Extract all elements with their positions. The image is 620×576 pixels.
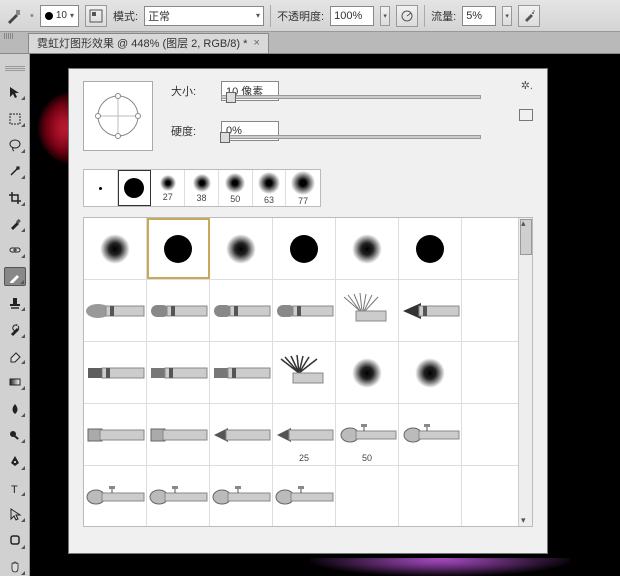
brush-cell[interactable] (147, 404, 210, 465)
opacity-input[interactable]: 100% (330, 6, 374, 26)
gear-icon[interactable]: ✲. (521, 79, 533, 92)
size-slider[interactable] (221, 95, 481, 99)
brush-panel-toggle[interactable] (85, 5, 107, 27)
lasso-tool[interactable] (4, 136, 26, 154)
brush-cell[interactable] (84, 342, 147, 403)
flow-input[interactable]: 5% (462, 6, 496, 26)
marquee-tool[interactable] (4, 109, 26, 127)
scrollbar[interactable]: ▴ ▾ (518, 218, 532, 526)
flow-label: 流量: (431, 8, 456, 24)
preset-item[interactable]: 38 (185, 170, 219, 206)
brush-cell[interactable] (84, 466, 147, 526)
brush-cell[interactable] (336, 280, 399, 341)
preset-item[interactable]: 50 (219, 170, 253, 206)
tool-column: T (0, 54, 30, 576)
brush-cell[interactable] (399, 280, 462, 341)
brush-tip-preview (83, 81, 153, 151)
airbrush-button[interactable] (518, 5, 540, 27)
heal-tool[interactable] (4, 241, 26, 259)
brush-cell[interactable] (399, 466, 462, 526)
brush-grid: 25 50 ▴ ▾ (83, 217, 533, 527)
opacity-caret[interactable]: ▾ (380, 6, 390, 26)
preset-item[interactable] (84, 170, 118, 206)
preset-item[interactable]: 77 (286, 170, 320, 206)
crop-tool[interactable] (4, 188, 26, 206)
brush-cell[interactable] (273, 466, 336, 526)
brush-cell[interactable]: 25 (273, 404, 336, 465)
brush-cell[interactable]: 50 (336, 404, 399, 465)
hand-tool[interactable] (4, 558, 26, 576)
brush-preset-chip[interactable]: 10 ▾ (40, 5, 79, 27)
brush-cell[interactable] (399, 218, 462, 279)
eraser-tool[interactable] (4, 347, 26, 365)
type-tool[interactable]: T (4, 479, 26, 497)
preset-item[interactable]: 27 (151, 170, 185, 206)
brush-cell[interactable] (336, 466, 399, 526)
brush-cell[interactable] (399, 404, 462, 465)
brush-cell[interactable] (84, 218, 147, 279)
history-brush-tool[interactable] (4, 320, 26, 338)
options-bar: • 10 ▾ 模式: 正常▾ 不透明度: 100% ▾ 流量: 5% ▾ (0, 0, 620, 32)
brush-cell[interactable] (210, 218, 273, 279)
stamp-tool[interactable] (4, 294, 26, 312)
brush-cell[interactable] (273, 342, 336, 403)
svg-text:T: T (11, 484, 18, 496)
size-label: 大小: (171, 83, 211, 99)
brush-cell[interactable] (210, 466, 273, 526)
brush-cell[interactable] (399, 342, 462, 403)
brush-tool-icon (4, 6, 24, 26)
brush-cell[interactable] (273, 280, 336, 341)
preset-item[interactable] (118, 170, 152, 206)
brush-cell[interactable] (273, 218, 336, 279)
brush-cell[interactable] (336, 218, 399, 279)
eyedropper-tool[interactable] (4, 215, 26, 233)
brush-tool[interactable] (4, 267, 26, 286)
blur-tool[interactable] (4, 399, 26, 417)
brush-cell[interactable] (147, 342, 210, 403)
brush-cell[interactable] (84, 404, 147, 465)
flow-caret[interactable]: ▾ (502, 6, 512, 26)
flip-icon[interactable] (519, 109, 533, 121)
wand-tool[interactable] (4, 162, 26, 180)
preset-strip: 27 38 50 63 77 (83, 169, 321, 207)
gradient-tool[interactable] (4, 373, 26, 391)
path-select-tool[interactable] (4, 505, 26, 523)
brush-cell[interactable] (210, 342, 273, 403)
brush-cell[interactable] (210, 404, 273, 465)
pressure-opacity-button[interactable] (396, 5, 418, 27)
hardness-label: 硬度: (171, 123, 211, 139)
brush-cell[interactable] (147, 466, 210, 526)
document-tab[interactable]: 霓虹灯图形效果 @ 448% (图层 2, RGB/8) * × (28, 33, 269, 53)
artwork-purple (310, 558, 570, 576)
move-tool[interactable] (4, 83, 26, 101)
brush-cell[interactable] (210, 280, 273, 341)
document-tab-strip: 霓虹灯图形效果 @ 448% (图层 2, RGB/8) * × (0, 32, 620, 54)
brush-cell[interactable] (84, 280, 147, 341)
grip-icon[interactable] (5, 66, 25, 71)
hardness-slider[interactable] (221, 135, 481, 139)
brush-cell[interactable] (147, 280, 210, 341)
brush-cell[interactable] (336, 342, 399, 403)
close-icon[interactable]: × (253, 37, 259, 49)
opacity-label: 不透明度: (277, 8, 324, 24)
dodge-tool[interactable] (4, 426, 26, 444)
blend-mode-select[interactable]: 正常▾ (144, 6, 264, 26)
brush-dot-icon (45, 12, 53, 20)
shape-tool[interactable] (4, 531, 26, 549)
preset-item[interactable]: 63 (253, 170, 287, 206)
brush-cell[interactable] (147, 218, 210, 279)
mode-label: 模式: (113, 8, 138, 24)
pen-tool[interactable] (4, 452, 26, 470)
brush-preset-panel: 大小: 10 像素 硬度: 0% ✲. 27 38 50 63 77 (68, 68, 548, 554)
